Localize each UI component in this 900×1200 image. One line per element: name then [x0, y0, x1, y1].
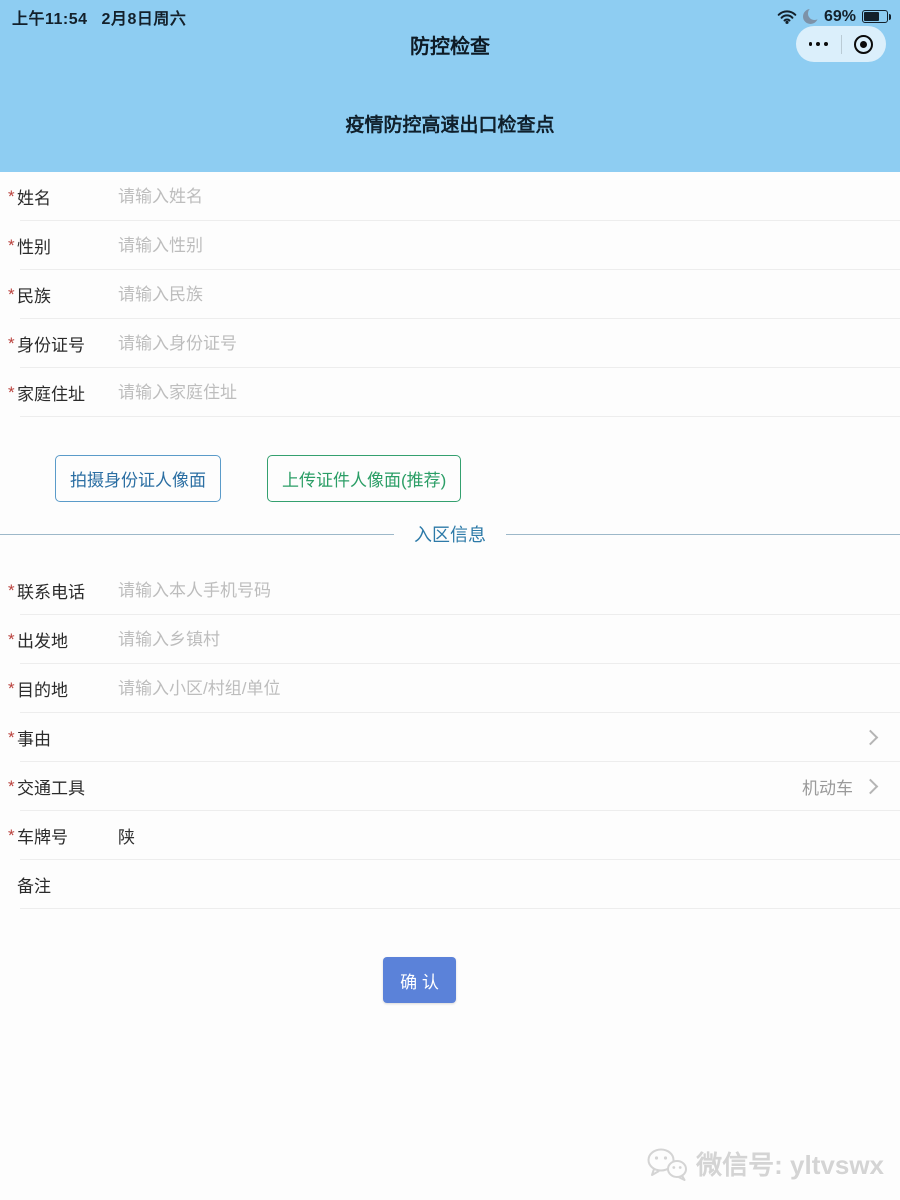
field-label: * 身份证号: [8, 331, 110, 356]
header: 上午11:54 2月8日周六 69% 防控检查: [0, 0, 900, 172]
upload-id-photo-button[interactable]: 上传证件人像面(推荐): [267, 455, 461, 502]
required-marker: *: [8, 187, 17, 207]
phone-input[interactable]: [110, 581, 876, 601]
wechat-logo-icon: [646, 1147, 688, 1181]
field-label: * 事由: [8, 725, 110, 750]
form-row-phone: * 联系电话: [0, 566, 900, 615]
form-row-ethnicity: * 民族: [0, 270, 900, 319]
exit-button[interactable]: [842, 26, 887, 62]
name-input[interactable]: [110, 187, 876, 207]
required-marker: *: [8, 728, 17, 748]
do-not-disturb-moon-icon: [803, 9, 818, 24]
required-marker: *: [8, 383, 17, 403]
battery-percent: 69%: [824, 8, 856, 26]
required-marker: *: [8, 581, 17, 601]
ethnicity-input[interactable]: [110, 285, 876, 305]
status-bar: 上午11:54 2月8日周六 69%: [0, 0, 900, 28]
checkpoint-subtitle: 疫情防控高速出口检查点: [0, 110, 900, 137]
field-label: * 交通工具: [8, 774, 110, 799]
form-row-name: * 姓名: [0, 172, 900, 221]
remarks-input[interactable]: [110, 875, 876, 895]
id-number-input[interactable]: [110, 334, 876, 354]
page-title: 防控检查: [0, 28, 900, 66]
status-date: 2月8日周六: [102, 5, 187, 29]
field-label: * 民族: [8, 282, 110, 307]
form-row-destination: * 目的地: [0, 664, 900, 713]
field-label: * 性别: [8, 233, 110, 258]
id-photo-actions: 拍摄身份证人像面 上传证件人像面(推荐): [55, 455, 900, 502]
vehicle-type-value: 机动车: [110, 774, 863, 799]
form-row-remarks: 备注: [0, 860, 900, 909]
form-row-gender: * 性别: [0, 221, 900, 270]
field-label: 备注: [8, 872, 110, 897]
battery-icon: [862, 10, 888, 23]
required-marker: *: [8, 236, 17, 256]
field-label: * 目的地: [8, 676, 110, 701]
wechat-id-text: 微信号: yltvswx: [696, 1145, 884, 1182]
field-label: * 车牌号: [8, 823, 110, 848]
required-marker: *: [8, 679, 17, 699]
required-marker: *: [8, 826, 17, 846]
gender-input[interactable]: [110, 236, 876, 256]
required-marker: *: [8, 285, 17, 305]
more-button[interactable]: [796, 26, 841, 62]
form-row-departure: * 出发地: [0, 615, 900, 664]
departure-input[interactable]: [110, 630, 876, 650]
destination-input[interactable]: [110, 679, 876, 699]
wechat-watermark: 微信号: yltvswx: [646, 1145, 884, 1182]
wifi-icon: [777, 9, 797, 24]
divider-line: [506, 534, 900, 535]
form-row-id-number: * 身份证号: [0, 319, 900, 368]
chevron-right-icon: [863, 730, 879, 746]
required-marker: *: [8, 630, 17, 650]
chevron-right-icon: [863, 779, 879, 795]
required-marker: *: [8, 777, 17, 797]
nav-bar: 防控检查: [0, 28, 900, 68]
plate-number-input[interactable]: [110, 826, 876, 846]
miniprogram-screen: 上午11:54 2月8日周六 69% 防控检查: [0, 0, 900, 1200]
entry-info-divider: 入区信息: [0, 514, 900, 554]
entry-info-section: * 联系电话 * 出发地 * 目的地 * 事由: [0, 566, 900, 909]
divider-line: [0, 534, 394, 535]
field-label: * 家庭住址: [8, 380, 110, 405]
confirm-button[interactable]: 确 认: [383, 957, 456, 1003]
section-title: 入区信息: [414, 521, 486, 547]
personal-info-section: * 姓名 * 性别 * 民族 * 身份证号: [0, 172, 900, 417]
form-row-plate-number: * 车牌号: [0, 811, 900, 860]
target-circle-icon: [854, 35, 873, 54]
form-row-reason[interactable]: * 事由: [0, 713, 900, 762]
form-row-home-address: * 家庭住址: [0, 368, 900, 417]
capture-id-photo-button[interactable]: 拍摄身份证人像面: [55, 455, 221, 502]
form-row-vehicle-type[interactable]: * 交通工具 机动车: [0, 762, 900, 811]
home-address-input[interactable]: [110, 383, 876, 403]
required-marker: *: [8, 334, 17, 354]
status-right: 69%: [777, 8, 888, 26]
field-label: * 出发地: [8, 627, 110, 652]
status-time: 上午11:54: [12, 5, 88, 29]
more-dots-icon: [809, 42, 829, 47]
miniprogram-capsule: [796, 26, 886, 62]
status-left: 上午11:54 2月8日周六: [12, 5, 186, 29]
field-label: * 联系电话: [8, 578, 110, 603]
field-label: * 姓名: [8, 184, 110, 209]
